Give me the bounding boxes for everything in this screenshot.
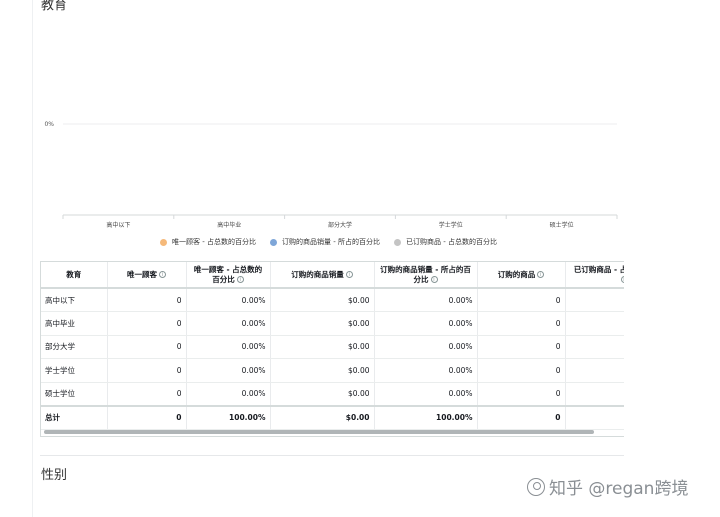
table-cell: 0 [477, 404, 566, 430]
table-cell [565, 358, 624, 383]
column-header[interactable]: 教育 [41, 262, 108, 289]
section-divider [40, 455, 624, 456]
table-cell: $0.00 [270, 404, 375, 430]
row-label-cell: 硕士学位 [41, 382, 108, 406]
column-header[interactable]: 订购的商品销量 - 所占的百分比 i [374, 262, 478, 289]
column-header-label: 教育 [66, 269, 82, 279]
table-cell: 0.00% [186, 382, 271, 406]
watermark-icon [527, 477, 545, 496]
legend-label: 唯一顾客 - 占总数的百分比 [172, 238, 256, 246]
table-cell: 0.00% [374, 288, 478, 312]
legend-label: 订购的商品销量 - 所占的百分比 [281, 238, 380, 246]
table-cell: $0.00 [270, 382, 375, 406]
row-label-cell: 学士学位 [41, 358, 108, 383]
table-cell [565, 335, 624, 359]
table-cell: 100.00% [374, 404, 478, 430]
table-cell: 0 [107, 382, 187, 406]
chart-legend: 唯一顾客 - 占总数的百分比 订购的商品销量 - 所占的百分比 已订购商品 - 占总… [160, 237, 497, 247]
table-cell [565, 311, 624, 336]
table-cell [565, 288, 624, 312]
info-icon[interactable]: i [345, 271, 353, 278]
table-cell: 0.00% [186, 335, 271, 359]
table-cell: 0.00% [374, 382, 478, 406]
table-total-row: 总计0100.00%$0.00100.00%010 [41, 404, 624, 430]
x-tick-label: 高中以下 [106, 221, 130, 229]
table-cell: 0.00% [374, 335, 478, 359]
education-chart: 0% 高中以下 高中毕业 部分大学 学士学位 硕士学位 [44, 121, 618, 229]
column-header-label: 唯一顾客 - 占总数的百分比 [193, 264, 263, 284]
table-cell: 0 [107, 358, 187, 383]
legend-item[interactable]: 订购的商品销量 - 所占的百分比 [269, 237, 380, 247]
table-cell: 0 [107, 335, 187, 359]
table-cell: $0.00 [270, 288, 375, 312]
column-header-label: 订购的商品销量 - 所占的百分比 [380, 264, 471, 284]
table-row: 硕士学位 0 0.00% $0.00 0.00% 0 [41, 382, 624, 406]
table-row: 高中毕业 0 0.00% $0.00 0.00% 0 [41, 311, 624, 336]
watermark-text: 知乎 @regan跨境 [549, 479, 689, 499]
row-label-cell: 总计 [41, 404, 108, 430]
legend-item[interactable]: 已订购商品 - 占总数的百分比 [393, 237, 497, 247]
legend-item[interactable]: 唯一顾客 - 占总数的百分比 [160, 237, 256, 247]
x-tick-label: 学士学位 [439, 221, 463, 229]
x-tick-label: 高中毕业 [217, 221, 241, 229]
table-cell: 0 [477, 382, 566, 406]
row-label-cell: 部分大学 [41, 335, 108, 359]
column-header[interactable]: 唯一顾客 i [107, 262, 187, 289]
table-cell: 0.00% [186, 311, 271, 336]
table-cell: $0.00 [270, 358, 375, 383]
table-horizontal-scrollbar[interactable] [44, 430, 594, 434]
table-cell: 0 [107, 404, 187, 430]
info-icon[interactable]: i [620, 276, 624, 283]
table-cell: 0 [477, 335, 566, 359]
table-cell: 0 [477, 288, 566, 312]
table-cell: 0.00% [374, 311, 478, 336]
table-cell: $0.00 [270, 335, 375, 359]
table-row: 学士学位 0 0.00% $0.00 0.00% 0 [41, 358, 624, 383]
row-label-cell: 高中以下 [41, 288, 108, 312]
table-cell: 100.00% [186, 404, 271, 430]
info-icon[interactable]: i [537, 271, 545, 278]
column-header-label: 唯一顾客 [127, 269, 157, 279]
info-icon[interactable]: i [159, 271, 166, 278]
watermark: 知乎 @regan跨境 [527, 474, 688, 499]
education-table: 教育 唯一顾客 i 唯一顾客 - 占总数的百分比 i 订购的商品销量 i 订购的商品销量 - … [41, 262, 624, 430]
table-cell: $0.00 [270, 311, 375, 336]
column-header-label: 已订购商品 - 占总数的百分比 [573, 264, 624, 274]
info-icon[interactable]: i [236, 276, 244, 283]
education-table-container[interactable]: 教育 唯一顾客 i 唯一顾客 - 占总数的百分比 i 订购的商品销量 i 订购的商品销量 - … [40, 261, 624, 437]
column-header-label: 订购的商品 [497, 269, 536, 279]
legend-label: 已订购商品 - 占总数的百分比 [405, 238, 497, 246]
section-title-gender: 性别 [41, 468, 68, 483]
x-tick-label: 部分大学 [328, 221, 352, 229]
table-row: 部分大学 0 0.00% $0.00 0.00% 0 [41, 335, 624, 359]
table-cell [565, 382, 624, 406]
column-header[interactable]: 已订购商品 - 占总数的百分比 i [565, 262, 624, 289]
column-header-label: 订购的商品销量 [291, 269, 344, 279]
legend-swatch [160, 238, 167, 246]
legend-swatch [269, 238, 277, 246]
table-cell: 0.00% [374, 358, 478, 383]
legend-swatch [393, 238, 401, 246]
column-header[interactable]: 订购的商品销量 i [270, 262, 375, 289]
table-cell: 0 [107, 288, 187, 312]
table-cell: 0.00% [186, 288, 271, 312]
column-header[interactable]: 唯一顾客 - 占总数的百分比 i [186, 262, 271, 289]
table-cell: 0.00% [186, 358, 271, 383]
column-header[interactable]: 订购的商品 i [477, 262, 566, 289]
y-tick-label: 0% [44, 121, 54, 128]
row-label-cell: 高中毕业 [41, 311, 108, 336]
table-cell: 0 [477, 358, 566, 383]
info-icon[interactable]: i [430, 276, 438, 283]
x-tick-label: 硕士学位 [550, 221, 574, 229]
table-cell: 0 [477, 311, 566, 336]
table-row: 高中以下 0 0.00% $0.00 0.00% 0 [41, 288, 624, 312]
table-cell: 10 [565, 404, 624, 430]
table-cell: 0 [107, 311, 187, 336]
